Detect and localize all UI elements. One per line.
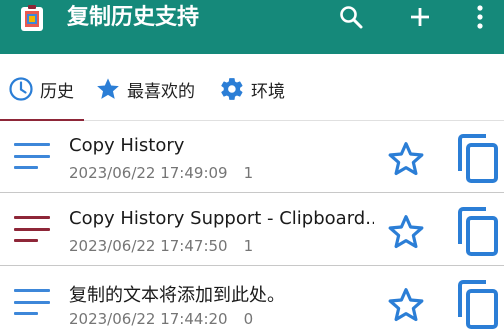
item-title: 复制的文本将添加到此处。 [69, 285, 285, 306]
clipboard-app-icon [18, 5, 46, 33]
clock-icon [8, 76, 34, 102]
item-date: 2023/06/22 17:47:50 [69, 237, 228, 255]
item-meta: 2023/06/22 17:44:20 0 [69, 310, 253, 328]
menu-line [14, 300, 50, 304]
tab-environment-label: 环境 [251, 81, 285, 102]
menu-line [14, 166, 38, 169]
search-icon [340, 6, 363, 29]
tab-favorites[interactable]: 最喜欢的 [95, 74, 195, 104]
tab-history-label: 历史 [40, 81, 74, 102]
tab-favorites-label: 最喜欢的 [127, 81, 195, 102]
item-title: Copy History Support - Clipboard.. [69, 208, 374, 229]
menu-icon[interactable] [14, 216, 52, 242]
item-count: 1 [243, 164, 254, 182]
tab-history[interactable]: 历史 [8, 74, 74, 104]
favorite-star-icon[interactable] [386, 212, 426, 252]
history-list: Copy History 2023/06/22 17:49:09 1 Copy H… [0, 121, 504, 335]
favorite-star-icon[interactable] [386, 285, 426, 325]
app-title: 复制历史支持 [67, 5, 200, 30]
list-item[interactable]: 复制的文本将添加到此处。 2023/06/22 17:44:20 0 [0, 267, 504, 335]
item-date: 2023/06/22 17:49:09 [69, 164, 228, 182]
favorite-star-icon[interactable] [386, 139, 426, 179]
item-title: Copy History [69, 135, 185, 156]
menu-line [14, 289, 50, 292]
tab-bar: 历史 最喜欢的 环境 [0, 54, 504, 121]
add-button[interactable] [402, 0, 438, 34]
item-count: 0 [243, 310, 254, 328]
menu-line [14, 239, 38, 242]
list-item[interactable]: Copy History 2023/06/22 17:49:09 1 [0, 121, 504, 193]
menu-line [14, 227, 50, 231]
list-item[interactable]: Copy History Support - Clipboard.. 2023/… [0, 194, 504, 266]
app-bar: 复制历史支持 [0, 0, 504, 54]
item-date: 2023/06/22 17:44:20 [69, 310, 228, 328]
item-meta: 2023/06/22 17:49:09 1 [69, 164, 253, 182]
menu-line [14, 154, 50, 158]
menu-line [14, 312, 38, 315]
menu-line [14, 216, 50, 219]
more-options-button[interactable] [462, 0, 498, 34]
star-icon [95, 76, 121, 102]
menu-line [14, 143, 50, 146]
copy-icon[interactable] [452, 277, 504, 331]
add-icon [411, 8, 429, 26]
menu-icon[interactable] [14, 289, 52, 315]
gear-icon [219, 76, 245, 102]
more-vert-icon [477, 5, 483, 29]
item-count: 1 [243, 237, 254, 255]
search-button[interactable] [333, 0, 369, 34]
tab-environment[interactable]: 环境 [219, 74, 285, 104]
copy-icon[interactable] [452, 131, 504, 185]
menu-icon[interactable] [14, 143, 52, 169]
copy-icon[interactable] [452, 204, 504, 258]
item-meta: 2023/06/22 17:47:50 1 [69, 237, 253, 255]
